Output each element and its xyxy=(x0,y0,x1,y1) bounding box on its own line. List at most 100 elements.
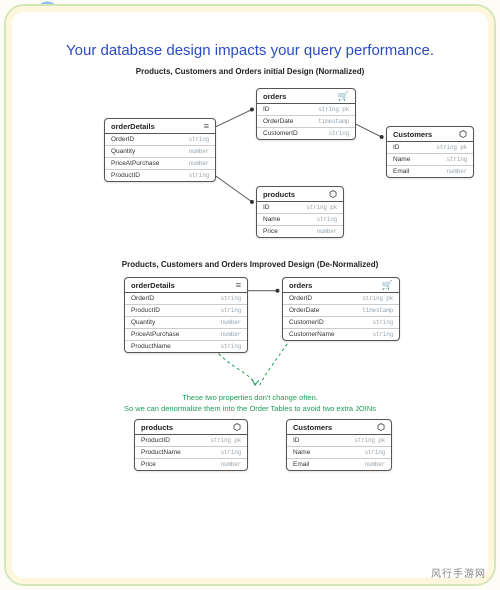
field-name: Price xyxy=(141,461,156,468)
entity-field: ProductID string pk xyxy=(135,435,247,446)
field-type: string pk xyxy=(210,437,241,444)
field-name: ID xyxy=(393,144,400,151)
entity-icon: ⬡ xyxy=(459,130,467,139)
field-type: string xyxy=(447,156,467,163)
field-name: ProductID xyxy=(131,307,160,314)
field-name: Email xyxy=(293,461,309,468)
field-name: Name xyxy=(393,156,410,163)
field-type: string pk xyxy=(318,106,349,113)
entity-field: IDstring pk xyxy=(287,435,391,446)
field-name: PriceAtPurchase xyxy=(111,160,159,167)
entity-field: Pricenumber xyxy=(257,225,343,237)
field-name: OrderID xyxy=(289,295,312,302)
field-type: string xyxy=(373,331,393,338)
section2-title: Products, Customers and Orders Improved … xyxy=(24,260,476,269)
field-type: timestamp xyxy=(362,307,393,314)
entity-orderdetails-improved: orderDetails ≡ OrderIDstringProductIDstrin… xyxy=(124,277,248,353)
field-type: string xyxy=(221,449,241,456)
entity-field: ProductNamestring xyxy=(125,340,247,352)
entity-products-improved: products ⬡ ProductID string pk ProductName st… xyxy=(134,419,248,471)
field-type: string xyxy=(317,216,337,223)
field-type: number xyxy=(221,331,241,338)
entity-header: products⬡ xyxy=(257,187,343,202)
field-name: ProductName xyxy=(131,343,171,350)
entity-field: ProductIDstring xyxy=(125,304,247,316)
entity-orderdetails: orderDetails≡OrderIDstringQuantitynumber… xyxy=(104,118,216,182)
field-type: string xyxy=(365,449,385,456)
entity-field: Name string xyxy=(387,153,473,165)
entity-field: ID string pk xyxy=(257,104,355,115)
entity-header: orderDetails ≡ xyxy=(125,278,247,293)
entity-name: Customers xyxy=(293,423,332,432)
field-name: OrderDate xyxy=(263,118,293,125)
entity-header: Customers ⬡ xyxy=(287,420,391,435)
field-name: ProductName xyxy=(141,449,181,456)
entity-field: OrderIDstring xyxy=(125,293,247,304)
content-frame: Your database design impacts your query … xyxy=(6,6,494,584)
entity-icon: 🛒 xyxy=(382,281,393,290)
field-name: OrderID xyxy=(111,136,134,143)
field-type: number xyxy=(221,319,241,326)
field-name: CustomerID xyxy=(289,319,324,326)
entity-header: orders🛒 xyxy=(283,278,399,293)
entity-field: OrderIDstring pk xyxy=(283,293,399,304)
entity-icon: ⬡ xyxy=(329,190,337,199)
entity-field: ID string pk xyxy=(257,202,343,213)
field-name: Quantity xyxy=(131,319,155,326)
field-name: CustomerID xyxy=(263,130,298,137)
entity-name: orderDetails xyxy=(131,281,175,290)
field-type: string xyxy=(189,172,209,179)
entity-field: CustomerName string xyxy=(283,328,399,340)
entity-field: Price number xyxy=(135,458,247,470)
entity-field: PriceAtPurchasenumber xyxy=(105,157,215,169)
field-name: Quantity xyxy=(111,148,135,155)
entity-field: OrderDate timestamp xyxy=(257,115,355,127)
entity-field: CustomerID string xyxy=(283,316,399,328)
field-type: string pk xyxy=(306,204,337,211)
diagram-denormalized-top: orderDetails≡OrderIDstringProductIDstrin… xyxy=(24,275,476,393)
watermark-text: 风行手游网 xyxy=(431,565,486,580)
field-type: number xyxy=(189,148,209,155)
entity-name: Customers xyxy=(393,130,432,139)
field-type: number xyxy=(221,461,241,468)
field-name: Name xyxy=(263,216,280,223)
field-name: ID xyxy=(263,106,270,113)
entity-customers-improved: Customers ⬡ IDstring pk Name string Emailnumb… xyxy=(286,419,392,471)
field-name: OrderID xyxy=(131,295,154,302)
entity-field: OrderID string xyxy=(105,134,215,145)
diagram-denormalized-bottom: products ⬡ ProductID string pk ProductName st… xyxy=(24,417,476,497)
entity-field: Email number xyxy=(387,165,473,177)
field-name: CustomerName xyxy=(289,331,335,338)
entity-field: PriceAtPurchasenumber xyxy=(125,328,247,340)
field-type: string pk xyxy=(354,437,385,444)
entity-field: Emailnumber xyxy=(287,458,391,470)
entity-orders: orders🛒IDstring pkOrderDatetimestampCust… xyxy=(256,88,356,140)
entity-field: Name string xyxy=(257,213,343,225)
field-type: timestamp xyxy=(318,118,349,125)
annotation-line2: So we can denormalize them into the Orde… xyxy=(24,404,476,413)
field-type: string xyxy=(373,319,393,326)
field-name: Email xyxy=(393,168,409,175)
field-type: string xyxy=(189,136,209,143)
field-name: ProductID xyxy=(111,172,140,179)
field-name: ID xyxy=(263,204,270,211)
entity-customers: Customers ⬡ ID string pk Name string Email numb… xyxy=(386,126,474,178)
diagram-normalized: orderDetails≡OrderIDstringQuantitynumber… xyxy=(24,82,476,252)
field-name: ProductID xyxy=(141,437,170,444)
entity-icon: ⬡ xyxy=(233,423,241,432)
entity-field: ProductID string xyxy=(105,169,215,181)
entity-icon: ≡ xyxy=(236,281,241,290)
page-headline: Your database design impacts your query … xyxy=(24,42,476,59)
field-name: OrderDate xyxy=(289,307,319,314)
entity-header: products ⬡ xyxy=(135,420,247,435)
field-type: string pk xyxy=(436,144,467,151)
field-name: Name xyxy=(293,449,310,456)
entity-field: Name string xyxy=(287,446,391,458)
section1-title: Products, Customers and Orders initial D… xyxy=(24,67,476,76)
entity-field: ProductName string xyxy=(135,446,247,458)
field-type: number xyxy=(447,168,467,175)
field-name: Price xyxy=(263,228,278,235)
entity-icon: ⬡ xyxy=(377,423,385,432)
annotation-line1: These two properties don't change often. xyxy=(24,393,476,402)
entity-name: products xyxy=(141,423,173,432)
